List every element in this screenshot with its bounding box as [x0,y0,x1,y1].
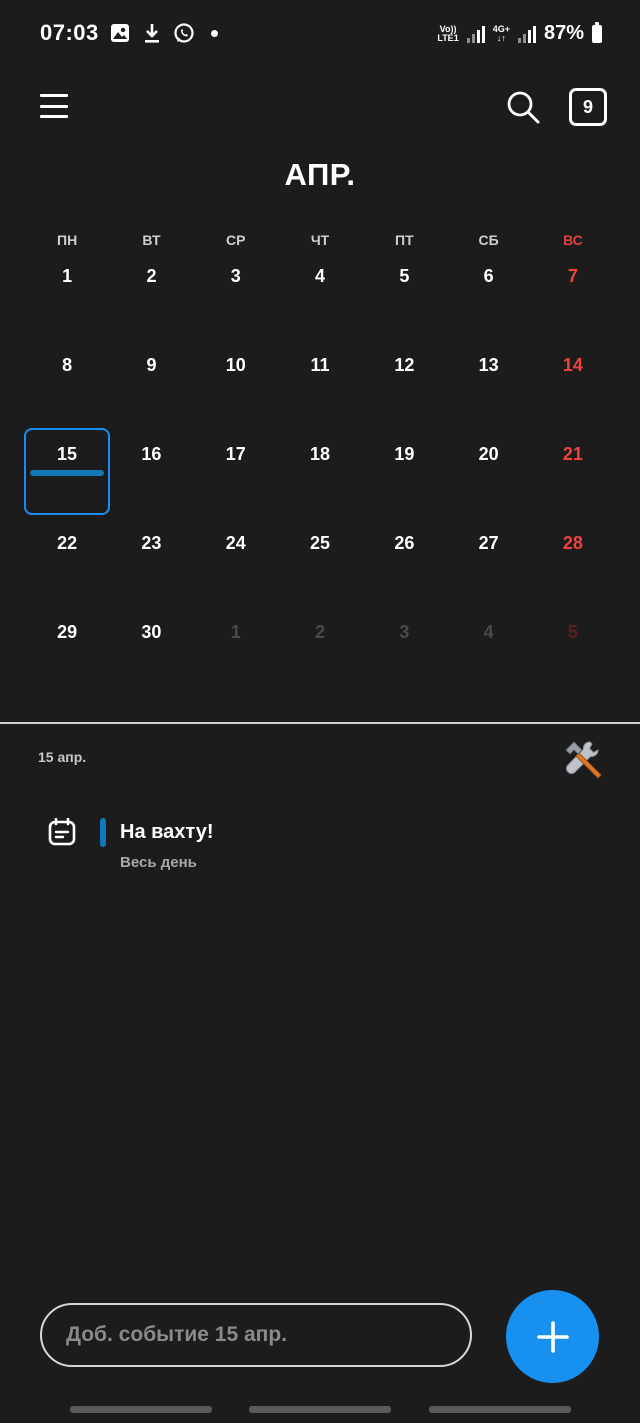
day-cell-next-month-sunday[interactable]: 5 [531,620,615,709]
calendar-divider[interactable] [0,722,640,724]
day-cell[interactable]: 26 [362,531,446,620]
day-cell[interactable]: 4 [278,264,362,353]
weekday-label: СБ [478,232,499,248]
day-cell-next-month[interactable]: 2 [278,620,362,709]
day-cell[interactable]: 1 [25,264,109,353]
hammer-wrench-icon[interactable] [560,738,606,782]
day-cell-sunday[interactable]: 21 [531,442,615,531]
nav-recent-handle[interactable] [70,1406,212,1413]
day-cell[interactable]: 9 [109,353,193,442]
today-number: 9 [582,96,593,117]
calendar-note-icon [48,818,76,846]
weekday-label: ВТ [142,232,161,248]
day-cell[interactable]: 29 [25,620,109,709]
day-cell[interactable]: 22 [25,531,109,620]
day-cell[interactable]: 30 [109,620,193,709]
signal-strength-2-icon [517,25,536,43]
selected-day-number: 15 [56,444,78,464]
day-cell[interactable]: 12 [362,353,446,442]
day-cell[interactable]: 23 [109,531,193,620]
weekday-label: ПН [57,232,78,248]
weekday-label: СР [226,232,246,248]
day-cell[interactable]: 11 [278,353,362,442]
day-cell[interactable]: 13 [446,353,530,442]
day-cell[interactable]: 27 [446,531,530,620]
day-cell[interactable]: 18 [278,442,362,531]
weekday-label: ПТ [395,232,414,248]
day-cell-next-month[interactable]: 3 [362,620,446,709]
day-cell[interactable]: 25 [278,531,362,620]
battery-icon [592,21,602,43]
weekday-label-sunday: ВС [563,232,583,248]
more-notifications-dot [210,29,218,37]
day-cell-selected[interactable]: 15 [24,428,110,515]
day-grid: 1 2 3 4 5 6 7 8 9 10 11 12 13 14 15 16 1… [24,264,615,709]
quick-add-event-input[interactable] [40,1303,472,1367]
month-calendar: ПН ВТ СР ЧТ ПТ СБ ВС 1 2 3 4 5 6 7 8 9 1… [24,228,615,709]
event-indicator-bar [30,470,104,476]
day-cell[interactable]: 20 [446,442,530,531]
day-cell[interactable]: 5 [362,264,446,353]
event-color-bar [100,818,106,847]
network-type-indicator: 4G+ ↓↑ [493,24,510,43]
volte-bottom-label: LTE1 [437,32,459,43]
day-cell[interactable]: 2 [109,264,193,353]
day-cell[interactable]: 10 [194,353,278,442]
status-time: 07:03 [40,20,99,45]
event-list-item[interactable]: На вахту! Весь день [46,814,606,884]
day-cell[interactable]: 24 [194,531,278,620]
day-cell[interactable]: 3 [194,264,278,353]
day-cell-sunday[interactable]: 14 [531,353,615,442]
day-cell[interactable]: 17 [194,442,278,531]
download-notification-icon [144,24,159,43]
nav-back-handle[interactable] [429,1406,571,1413]
weekday-label: ЧТ [310,232,330,248]
menu-icon[interactable] [40,92,68,120]
network-activity-label: ↓↑ [496,32,506,43]
event-title: На вахту! [120,821,214,843]
signal-strength-1-icon [466,25,485,43]
status-right: Vo)) LTE1 4G+ ↓↑ 87% [437,21,602,45]
add-event-button[interactable] [506,1290,599,1383]
volte-indicator: Vo)) LTE1 [437,24,459,43]
weekday-header-row: ПН ВТ СР ЧТ ПТ СБ ВС [25,228,615,252]
gallery-notification-icon [110,24,129,42]
whatsapp-notification-icon [174,23,194,43]
status-left: 07:03 [40,20,218,46]
day-cell-sunday[interactable]: 28 [531,531,615,620]
plus-icon [536,1320,569,1353]
calendar-screen: 07:03 Vo)) LTE1 4G+ ↓↑ 87% 9 АПР. ПН ВТ … [0,0,640,1423]
day-cell-next-month[interactable]: 4 [446,620,530,709]
day-cell[interactable]: 19 [362,442,446,531]
day-cell[interactable]: 16 [109,442,193,531]
selected-date-label: 15 апр. [38,749,87,765]
event-time: Весь день [120,854,197,871]
day-cell-sunday[interactable]: 7 [531,264,615,353]
day-cell-next-month[interactable]: 1 [194,620,278,709]
status-bar: 07:03 Vo)) LTE1 4G+ ↓↑ 87% [0,0,640,72]
battery-percent: 87% [543,22,584,44]
today-button[interactable]: 9 [569,88,607,126]
nav-home-handle[interactable] [249,1406,391,1413]
day-cell[interactable]: 6 [446,264,530,353]
search-icon[interactable] [506,90,540,124]
month-title[interactable]: АПР. [0,157,640,193]
